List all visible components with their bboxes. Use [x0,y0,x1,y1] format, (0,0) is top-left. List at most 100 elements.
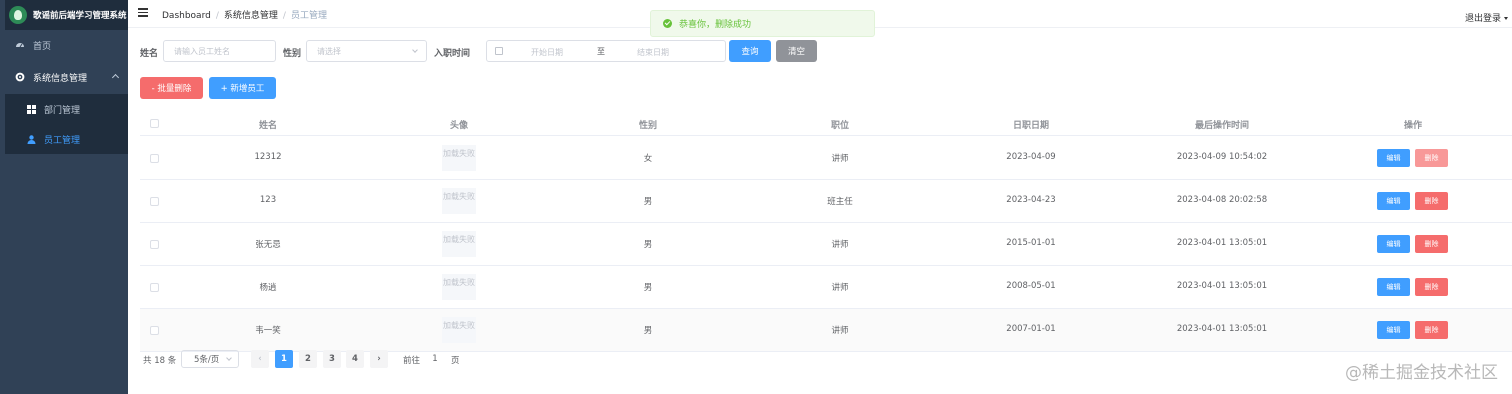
cell-job: 讲师 [831,240,849,250]
cell-job: 班主任 [827,197,853,207]
breadcrumb: Dashboard / 系统信息管理 / 员工管理 [162,11,327,21]
page-size-value: 5条/页 [194,355,220,365]
batch-delete-button[interactable]: - 批量删除 [140,77,203,99]
cell-updated: 2023-04-08 20:02:58 [1176,195,1268,205]
cell-updated: 2023-04-01 13:05:01 [1176,281,1268,291]
cell-gender: 男 [643,197,653,207]
gender-placeholder: 请选择 [317,46,341,56]
page-2-button[interactable]: 2 [299,350,317,368]
next-page-button[interactable]: › [370,350,388,368]
goto-label: 前往 [403,356,421,366]
date-range-picker[interactable]: 开始日期 至 结束日期 [486,40,726,62]
sidebar-item-home[interactable]: 首页 [5,30,128,60]
edit-button[interactable]: 编辑 [1377,149,1410,167]
logout-label: 退出登录 [1464,14,1501,24]
sidebar-item-label: 员工管理 [44,135,81,146]
edit-button[interactable]: 编辑 [1377,321,1410,339]
grid-icon [27,104,36,114]
header-name: 姓名 [258,121,277,131]
sidebar-item-label: 系统信息管理 [33,73,88,84]
success-toast: 恭喜你，删除成功 [650,10,875,37]
page-size-select[interactable]: 5条/页 [181,350,239,368]
avatar-placeholder: 加载失败 [442,145,476,171]
chevron-down-icon [412,47,418,53]
delete-button[interactable]: 删除 [1415,235,1448,253]
goto-page-input[interactable]: 1 [423,350,447,368]
cell-gender: 女 [643,154,653,164]
sidebar-item-employee[interactable]: 员工管理 [5,124,128,154]
sidebar-item-system-info[interactable]: 系统信息管理 [5,62,128,92]
name-search-input[interactable]: 请输入员工姓名 [163,40,276,62]
select-all-checkbox[interactable] [150,119,159,128]
dashboard-icon [15,40,25,50]
hamburger-icon[interactable] [138,8,148,17]
edit-button[interactable]: 编辑 [1377,192,1410,210]
goto-suffix: 页 [451,356,460,366]
name-label: 姓名 [140,49,159,59]
chevron-down-icon [226,355,232,361]
pagination-total: 共 18 条 [143,356,177,366]
table-row: 12312 加载失败 女 讲师 2023-04-09 2023-04-09 10… [140,137,1512,180]
sidebar-item-department[interactable]: 部门管理 [5,94,128,124]
avatar-placeholder: 加载失败 [442,231,476,257]
avatar-placeholder: 加载失败 [442,188,476,214]
avatar-placeholder: 加载失败 [442,274,476,300]
row-checkbox[interactable] [150,240,159,249]
name-placeholder: 请输入员工姓名 [174,46,230,56]
table-header: 姓名 头像 性别 职位 日职日期 最后操作时间 操作 [140,111,1512,136]
cell-entry-date: 2023-04-09 [1006,152,1056,162]
delete-button[interactable]: 删除 [1415,321,1448,339]
delete-button[interactable]: 删除 [1415,278,1448,296]
header-gender: 性别 [638,121,657,131]
clear-button[interactable]: 清空 [776,40,817,62]
sidebar-item-label: 部门管理 [44,105,81,116]
gender-select[interactable]: 请选择 [306,40,427,62]
header-job: 职位 [830,121,849,131]
cell-name: 张无忌 [255,240,281,250]
page-4-button[interactable]: 4 [346,350,364,368]
cell-entry-date: 2007-01-01 [1006,324,1056,334]
query-button[interactable]: 查询 [729,40,771,62]
breadcrumb-dashboard[interactable]: Dashboard [162,11,211,21]
page-1-button[interactable]: 1 [275,350,293,368]
table-row: 杨逍 加载失败 男 讲师 2008-05-01 2023-04-01 13:05… [140,266,1512,309]
end-date-placeholder: 结束日期 [637,48,669,57]
header-updated: 最后操作时间 [1194,121,1249,131]
edit-button[interactable]: 编辑 [1377,278,1410,296]
page-3-button[interactable]: 3 [323,350,341,368]
delete-button[interactable]: 删除 [1415,149,1448,167]
cell-entry-date: 2023-04-23 [1006,195,1056,205]
entry-date-label: 入职时间 [434,49,471,59]
watermark: @稀土掘金技术社区 [1345,363,1498,383]
cell-gender: 男 [643,283,653,293]
avatar-placeholder: 加载失败 [442,317,476,343]
check-circle-icon [663,19,672,28]
header-actions: 操作 [1403,121,1422,131]
user-icon [27,134,36,144]
app-title: 歌谣前后端学习管理系统 [33,11,127,21]
sidebar-item-label: 首页 [33,41,52,52]
table-row: 张无忌 加载失败 男 讲师 2015-01-01 2023-04-01 13:0… [140,223,1512,266]
cell-entry-date: 2008-05-01 [1006,281,1056,291]
start-date-placeholder: 开始日期 [531,48,563,57]
prev-page-button[interactable]: ‹ [251,350,269,368]
cell-name: 12312 [254,152,282,162]
cell-updated: 2023-04-09 10:54:02 [1176,152,1268,162]
row-checkbox[interactable] [150,154,159,163]
logout-button[interactable]: 退出登录 [1465,11,1508,24]
add-employee-button[interactable]: + 新增员工 [209,77,276,99]
edit-button[interactable]: 编辑 [1377,235,1410,253]
app-root: 歌谣前后端学习管理系统 首页 系统信息管理 部门管理 员工管理 Dashboar… [0,0,1512,394]
row-checkbox[interactable] [150,197,159,206]
header-entry-date: 日职日期 [1012,121,1049,131]
submenu: 部门管理 员工管理 [5,94,128,154]
cell-name: 韦一笑 [255,326,281,336]
cell-job: 讲师 [831,154,849,164]
row-checkbox[interactable] [150,283,159,292]
gender-label: 性别 [283,49,302,59]
range-separator: 至 [597,47,605,56]
row-checkbox[interactable] [150,326,159,335]
cell-name: 123 [259,195,277,205]
cell-updated: 2023-04-01 13:05:01 [1176,324,1268,334]
delete-button[interactable]: 删除 [1415,192,1448,210]
